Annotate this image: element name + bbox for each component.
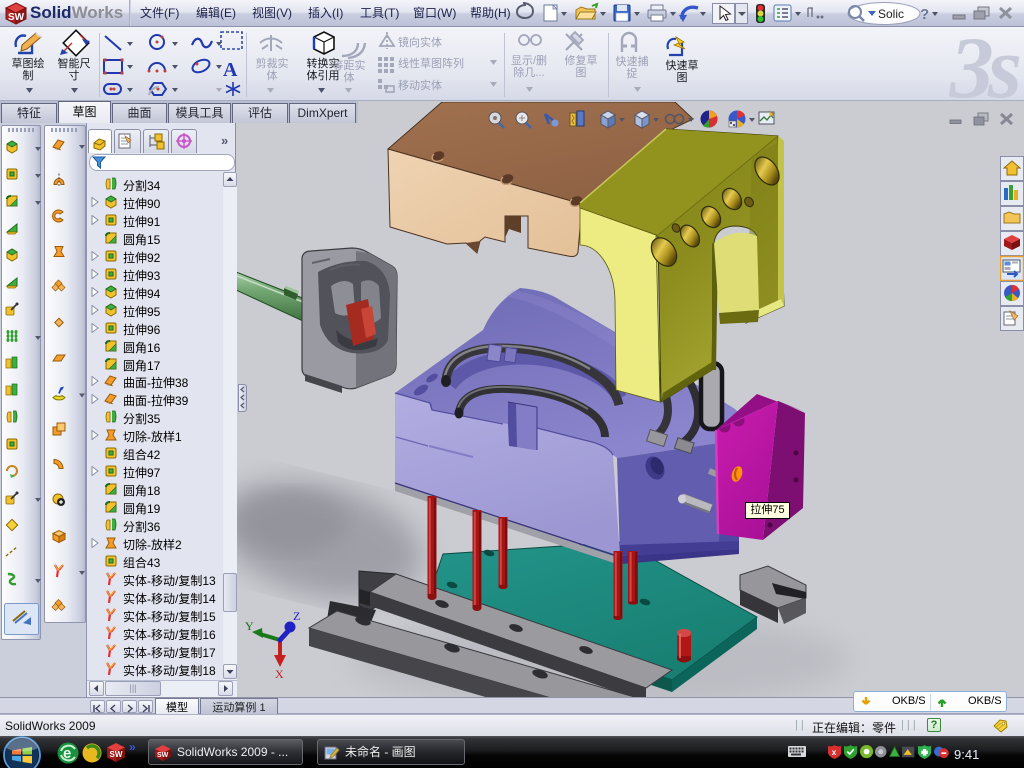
- svg-text:e: e: [63, 745, 71, 762]
- svg-text:?: ?: [920, 6, 929, 23]
- svg-text:x: x: [832, 748, 837, 757]
- svg-text:SW: SW: [8, 12, 25, 23]
- svg-text:SW: SW: [110, 750, 123, 759]
- svg-text:Y: Y: [245, 619, 254, 633]
- svg-text:SW: SW: [157, 752, 169, 759]
- svg-text:A: A: [223, 59, 238, 81]
- svg-text:»: »: [129, 741, 136, 754]
- svg-text:Z: Z: [293, 609, 300, 623]
- svg-text:9:41: 9:41: [954, 747, 979, 762]
- svg-text:Solic: Solic: [878, 7, 904, 21]
- svg-text:X: X: [275, 667, 284, 681]
